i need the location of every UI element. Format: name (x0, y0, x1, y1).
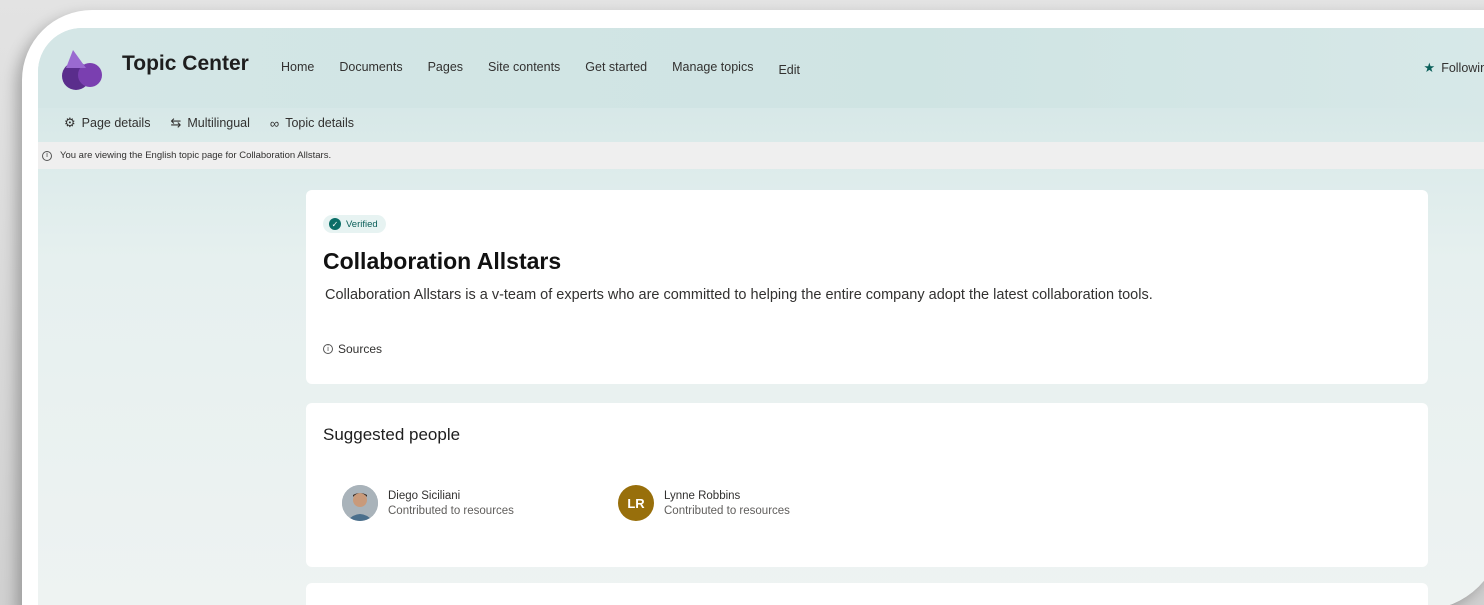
suggested-people-card: Suggested people Diego Siciliani Contrib… (306, 403, 1428, 567)
nav-pages[interactable]: Pages (428, 60, 463, 77)
nav-site-contents[interactable]: Site contents (488, 60, 560, 77)
command-bar: ⚙ Page details ⇆ Multilingual ∞ Topic de… (38, 106, 1484, 140)
site-header: Topic Center Home Documents Pages Site c… (38, 28, 1484, 108)
topic-details-label: Topic details (285, 116, 354, 130)
topic-header-card: ✓ Verified Collaboration Allstars Collab… (306, 190, 1428, 384)
sources-link[interactable]: i Sources (323, 342, 382, 356)
window-frame: Topic Center Home Documents Pages Site c… (22, 10, 1484, 605)
info-icon: i (42, 150, 52, 161)
person-subtitle: Contributed to resources (664, 504, 790, 517)
translate-icon: ⇆ (170, 115, 182, 130)
avatar (342, 485, 378, 521)
topic-details-button[interactable]: ∞ Topic details (270, 116, 354, 131)
site-title[interactable]: Topic Center (122, 52, 249, 76)
info-banner: i You are viewing the English topic page… (38, 142, 1484, 169)
topic-title: Collaboration Allstars (323, 248, 562, 274)
page-details-button[interactable]: ⚙ Page details (64, 115, 150, 131)
nav-documents[interactable]: Documents (339, 60, 402, 77)
person-photo-icon (342, 485, 378, 521)
nav-home[interactable]: Home (281, 60, 314, 77)
gear-icon: ⚙ (64, 115, 76, 130)
info-icon: i (323, 344, 333, 354)
verified-label: Verified (346, 218, 378, 230)
sources-label: Sources (338, 342, 383, 356)
star-icon: ★ (1423, 60, 1436, 75)
next-section-card (306, 583, 1428, 605)
section-title: Suggested people (323, 425, 461, 444)
person-name: Diego Siciliani (388, 489, 461, 502)
top-navigation: Home Documents Pages Site contents Get s… (281, 60, 825, 77)
multilingual-button[interactable]: ⇆ Multilingual (170, 115, 249, 131)
person-subtitle: Contributed to resources (388, 504, 514, 517)
multilingual-label: Multilingual (187, 116, 250, 130)
topic-description: Collaboration Allstars is a v-team of ex… (325, 287, 1153, 303)
following-button[interactable]: ★ Following (1424, 60, 1484, 76)
nav-edit-link[interactable]: Edit (778, 63, 800, 77)
person-name: Lynne Robbins (664, 489, 741, 502)
verified-badge: ✓ Verified (323, 215, 386, 233)
sharepoint-page: Topic Center Home Documents Pages Site c… (38, 28, 1484, 605)
banner-text: You are viewing the English topic page f… (60, 150, 332, 161)
topic-icon: ∞ (269, 115, 280, 131)
nav-manage-topics[interactable]: Manage topics (672, 60, 753, 77)
following-label: Following (1441, 61, 1484, 75)
avatar: LR (618, 485, 654, 521)
topic-center-logo-icon (62, 50, 102, 90)
nav-get-started[interactable]: Get started (585, 60, 647, 77)
person-card[interactable]: Diego Siciliani Contributed to resources (342, 485, 514, 521)
person-card[interactable]: LR Lynne Robbins Contributed to resource… (618, 485, 790, 521)
verified-check-icon: ✓ (329, 218, 341, 230)
page-details-label: Page details (81, 116, 151, 130)
